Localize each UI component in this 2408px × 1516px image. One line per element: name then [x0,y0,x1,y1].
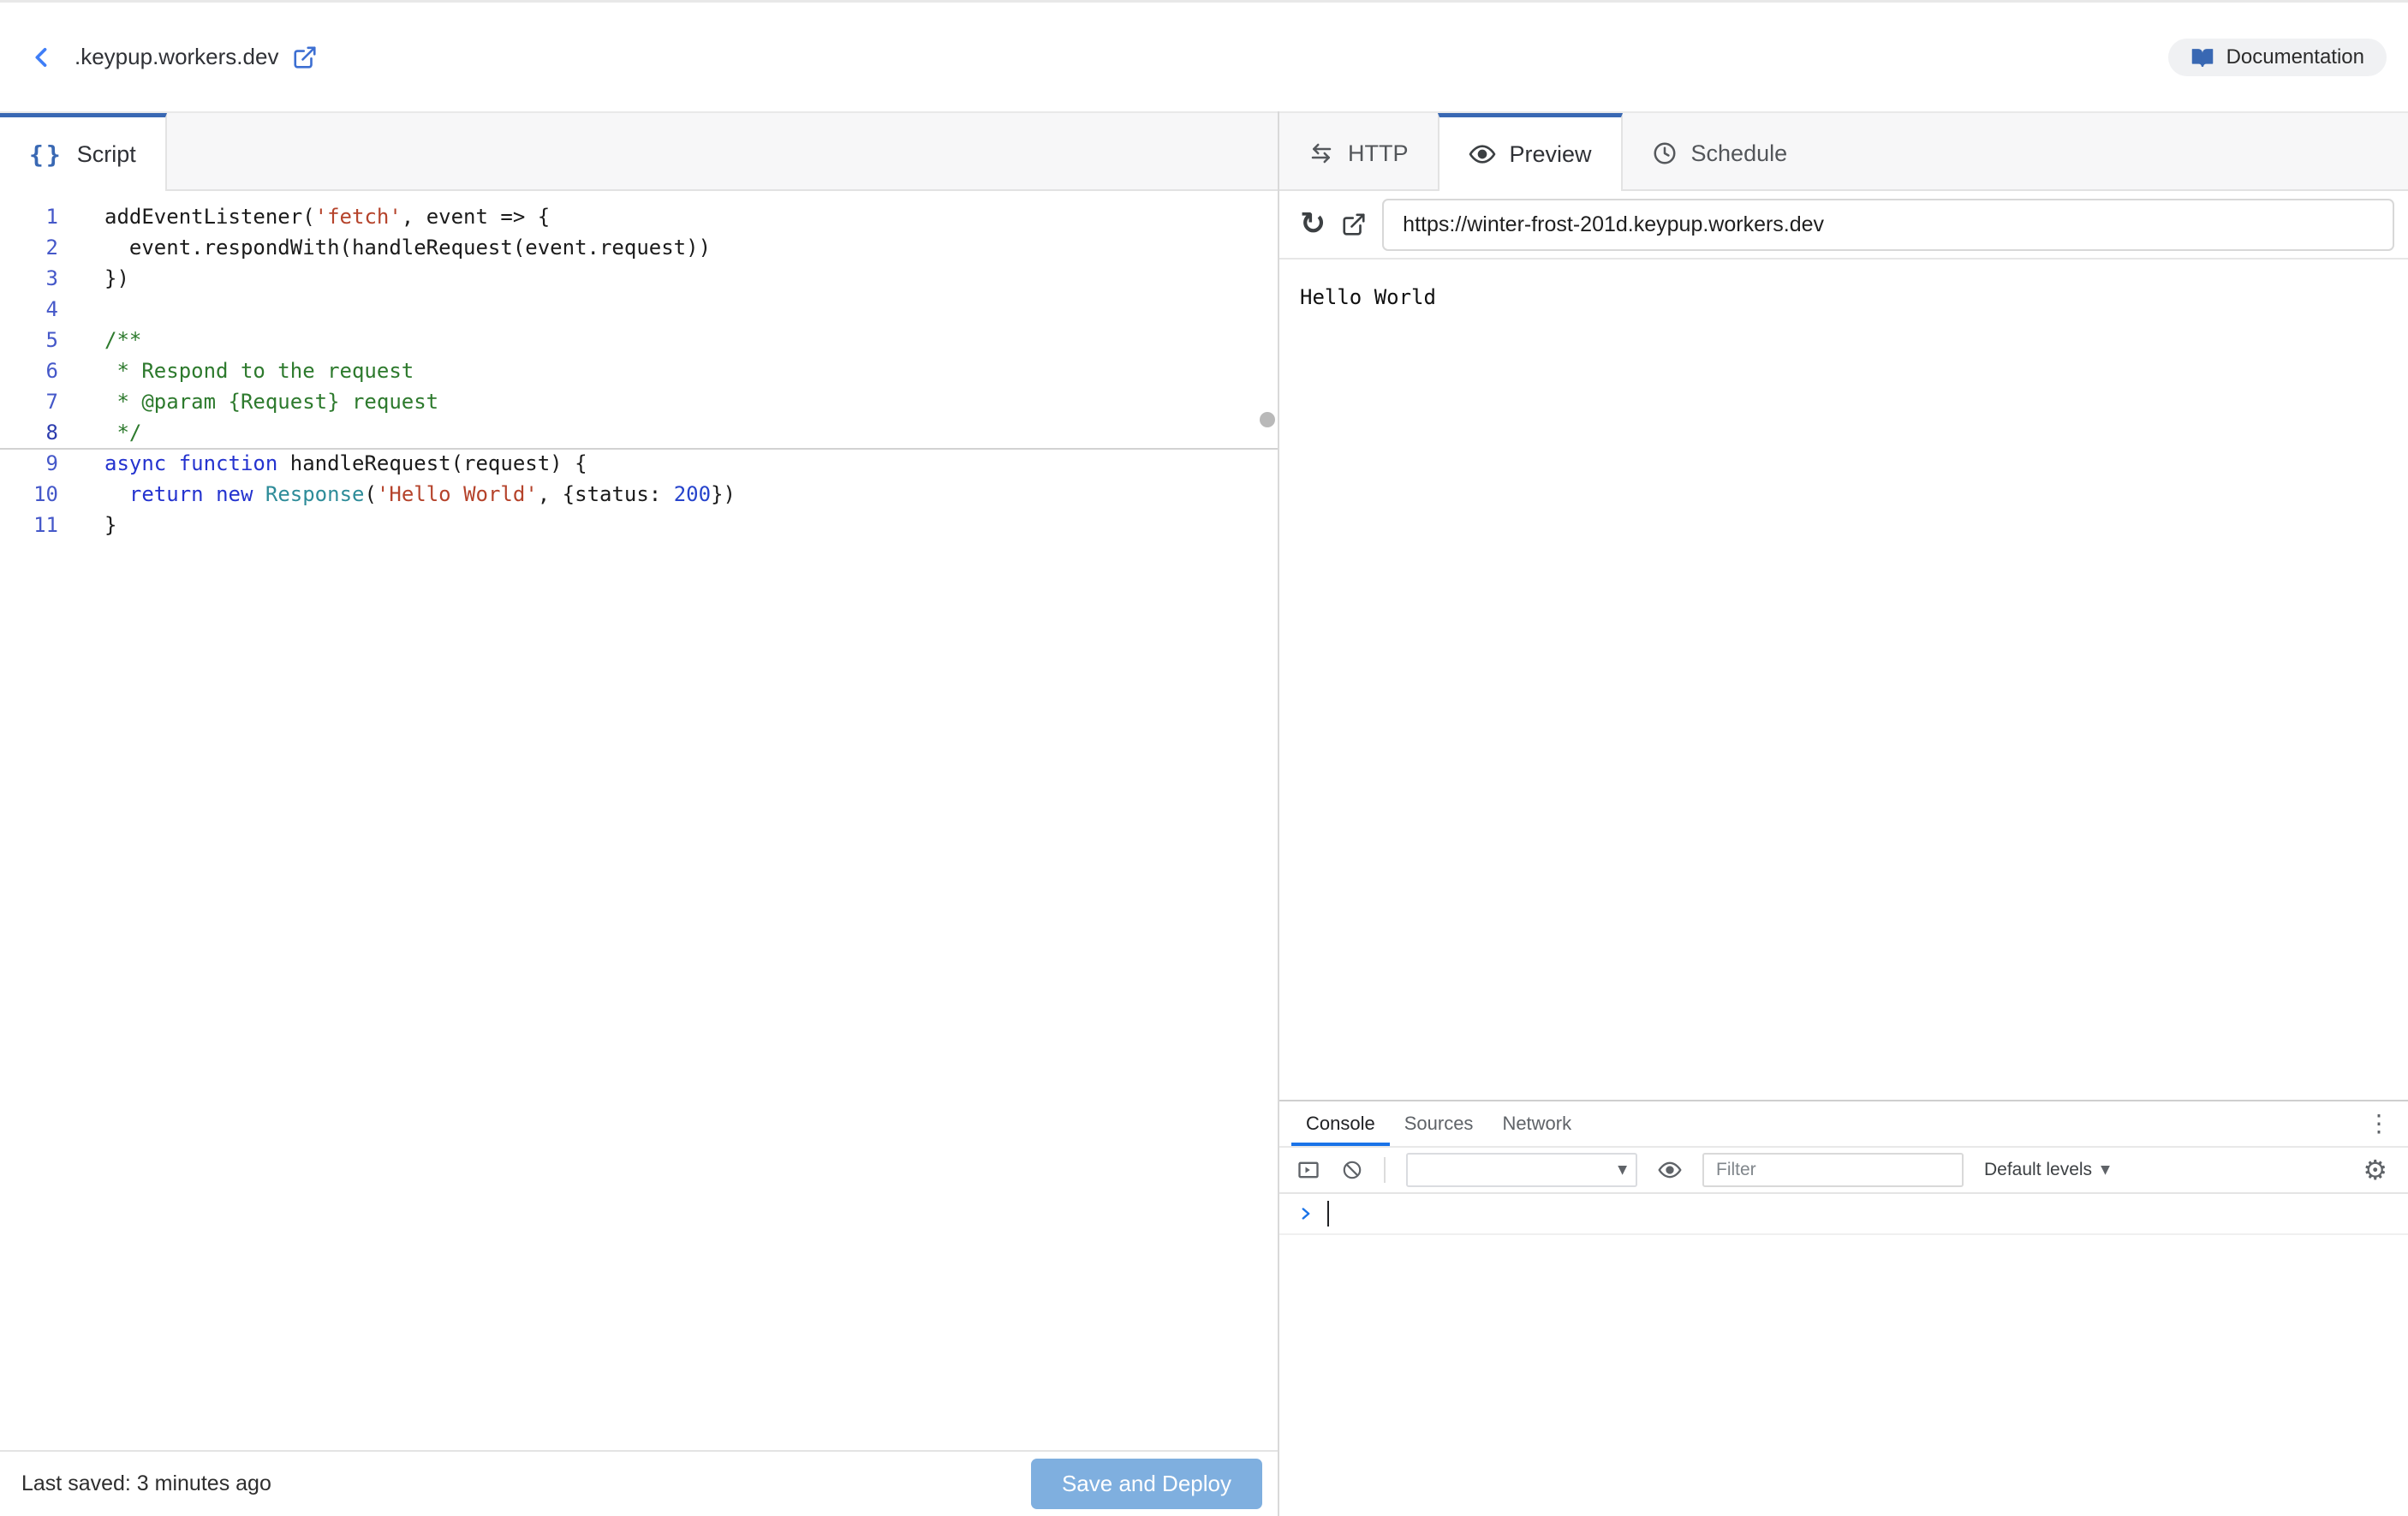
live-expression-button[interactable] [1658,1158,1682,1182]
open-in-new-tab-button[interactable] [1341,212,1367,237]
line-number: 9 [0,448,77,479]
code-line[interactable]: 5/** [0,325,1278,355]
log-levels-dropdown[interactable]: Default levels ▼ [1984,1160,2110,1180]
line-number: 8 [0,417,77,448]
main-split: {} Script 1addEventListener('fetch', eve… [0,111,2408,1516]
console-filter-input[interactable] [1702,1153,1964,1187]
save-and-deploy-button[interactable]: Save and Deploy [1031,1459,1262,1509]
toolbar-divider [1384,1157,1386,1183]
documentation-label: Documentation [2226,45,2364,69]
code-line[interactable]: 8 */ [0,417,1278,448]
external-link-icon [1341,212,1367,237]
http-arrows-icon [1308,140,1334,166]
javascript-context-select[interactable]: ▼ [1406,1153,1637,1187]
log-levels-label: Default levels [1984,1160,2092,1180]
tab-console[interactable]: Console [1291,1101,1390,1146]
kebab-menu-icon[interactable]: ⋮ [2367,1112,2391,1136]
preview-response-text: Hello World [1300,285,1436,309]
preview-panel: HTTP Preview Schedule ↻ [1279,111,2408,1516]
line-number: 11 [0,510,77,540]
clear-console-icon [1341,1159,1363,1181]
tab-sources[interactable]: Sources [1390,1101,1488,1146]
line-number: 1 [0,201,77,232]
editor-panel: {} Script 1addEventListener('fetch', eve… [0,111,1279,1516]
eye-icon [1469,140,1496,168]
console-sidebar-toggle-button[interactable] [1296,1158,1320,1182]
code-line[interactable]: 1addEventListener('fetch', event => { [0,201,1278,232]
back-button[interactable] [21,37,63,78]
code-line[interactable]: 3}) [0,263,1278,294]
external-link-icon [292,45,318,70]
code-line[interactable]: 11} [0,510,1278,540]
preview-tabbar: HTTP Preview Schedule [1279,111,2408,191]
settings-gear-icon[interactable]: ⚙ [2363,1156,2387,1184]
line-number: 7 [0,386,77,417]
code-line[interactable]: 4 [0,294,1278,325]
eye-icon [1658,1158,1682,1182]
tab-schedule-label: Schedule [1691,140,1788,167]
refresh-icon: ↻ [1300,209,1326,240]
line-number: 4 [0,294,77,325]
line-number: 3 [0,263,77,294]
editor-tabbar: {} Script [0,111,1278,191]
editor-footer: Last saved: 3 minutes ago Save and Deplo… [0,1450,1278,1516]
page-title: .keypup.workers.dev [75,44,278,70]
book-icon [2190,45,2214,69]
tab-script[interactable]: {} Script [0,113,167,191]
braces-icon: {} [29,140,63,169]
workers-editor-page: .keypup.workers.dev Documentation {} Scr… [0,0,2408,1516]
devtools-panel: Console Sources Network ⋮ [1279,1100,2408,1516]
preview-content: Hello World [1279,260,2408,1100]
tab-http[interactable]: HTTP [1279,113,1438,189]
console-prompt[interactable] [1279,1194,2408,1235]
code-editor[interactable]: 1addEventListener('fetch', event => {2 e… [0,191,1278,1450]
scrollbar-thumb[interactable] [1260,412,1275,427]
last-saved-text: Last saved: 3 minutes ago [21,1471,271,1496]
chevron-left-icon [27,43,57,72]
tab-preview[interactable]: Preview [1438,113,1623,191]
tab-schedule[interactable]: Schedule [1623,113,1817,189]
line-number: 2 [0,232,77,263]
code-line[interactable]: 2 event.respondWith(handleRequest(event.… [0,232,1278,263]
console-prompt-icon [1296,1204,1315,1223]
line-number: 10 [0,479,77,510]
devtools-toolbar: ▼ Default levels ▼ ⚙ [1279,1148,2408,1194]
chevron-down-icon: ▼ [1618,1163,1627,1177]
text-cursor [1327,1201,1329,1227]
app-header: .keypup.workers.dev Documentation [0,3,2408,111]
console-sidebar-icon [1296,1158,1320,1182]
console-output [1279,1194,2408,1516]
code-line[interactable]: 10 return new Response('Hello World', {s… [0,479,1278,510]
line-number: 5 [0,325,77,355]
clear-console-button[interactable] [1341,1159,1363,1181]
external-link-button[interactable] [292,45,318,70]
url-bar: ↻ [1279,191,2408,260]
tab-preview-label: Preview [1510,141,1592,168]
code-line[interactable]: 7 * @param {Request} request [0,386,1278,417]
line-number: 6 [0,355,77,386]
url-input[interactable] [1382,199,2394,251]
tab-network[interactable]: Network [1487,1101,1586,1146]
refresh-button[interactable]: ↻ [1300,209,1326,240]
clock-icon [1652,140,1678,166]
documentation-button[interactable]: Documentation [2168,39,2387,76]
chevron-down-icon: ▼ [2101,1163,2110,1177]
tab-http-label: HTTP [1348,140,1409,167]
code-line[interactable]: 9async function handleRequest(request) { [0,448,1278,479]
tab-script-label: Script [77,141,136,168]
code-lines: 1addEventListener('fetch', event => {2 e… [0,201,1278,540]
devtools-tabbar: Console Sources Network ⋮ [1279,1101,2408,1148]
code-line[interactable]: 6 * Respond to the request [0,355,1278,386]
